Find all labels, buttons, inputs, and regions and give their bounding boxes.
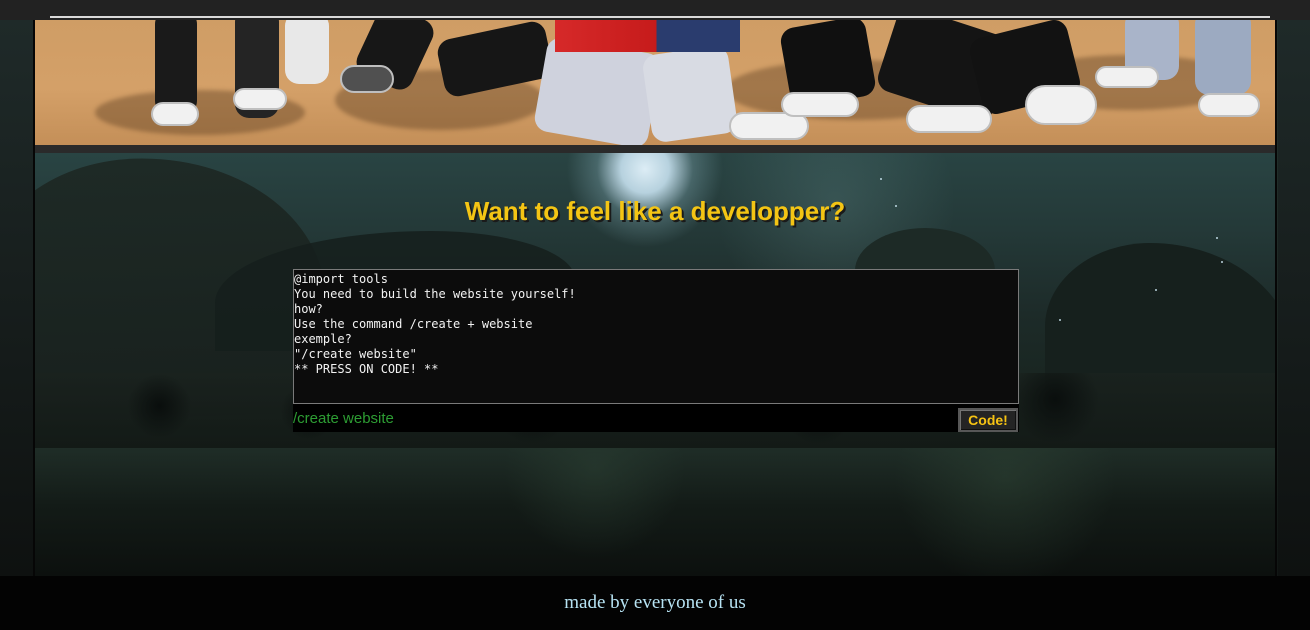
sneaker [233, 88, 287, 110]
page: Want to feel like a developper? @import … [0, 0, 1310, 630]
command-row: Code! [293, 404, 1019, 432]
star [880, 178, 882, 180]
terminal-line: ** PRESS ON CODE! ** [294, 362, 439, 376]
footer-text: made by everyone of us [564, 592, 746, 613]
sneaker [151, 102, 199, 126]
top-bar [0, 0, 1310, 20]
sneaker [340, 65, 394, 93]
top-divider-line [50, 16, 1270, 18]
star [1059, 319, 1061, 321]
terminal-line: Use the command /create + website [294, 317, 533, 331]
page-title: Want to feel like a developper? [464, 196, 846, 226]
terminal-line: "/create website" [294, 347, 417, 361]
person-leg [532, 35, 663, 145]
star [1216, 237, 1218, 239]
grass-field [35, 448, 1275, 576]
sneaker [906, 105, 992, 133]
terminal-line: @import tools [294, 272, 388, 286]
jacket-detail [555, 20, 740, 52]
terminal-line: how? [294, 302, 323, 316]
person-leg [435, 20, 555, 99]
sneaker [1095, 66, 1159, 88]
star [1155, 289, 1157, 291]
person-leg [285, 20, 329, 84]
sneaker [781, 92, 859, 117]
footer: made by everyone of us [0, 576, 1310, 630]
terminal-line: You need to build the website yourself! [294, 287, 576, 301]
terminal-line: exemple? [294, 332, 352, 346]
command-input[interactable] [293, 406, 953, 430]
terminal-lines: @import tools You need to build the webs… [294, 270, 1018, 377]
sneaker [1198, 93, 1260, 117]
sneaker [1025, 85, 1097, 125]
person-leg [1195, 20, 1251, 95]
terminal-output: @import tools You need to build the webs… [293, 269, 1019, 404]
star [1221, 261, 1223, 263]
banner-separator [35, 145, 1275, 153]
right-background-panel [1278, 20, 1310, 576]
group-photo-banner [35, 20, 1275, 145]
code-button[interactable]: Code! [958, 408, 1018, 432]
person-leg [155, 20, 197, 115]
person-leg [641, 44, 739, 144]
left-background-panel [0, 20, 33, 576]
